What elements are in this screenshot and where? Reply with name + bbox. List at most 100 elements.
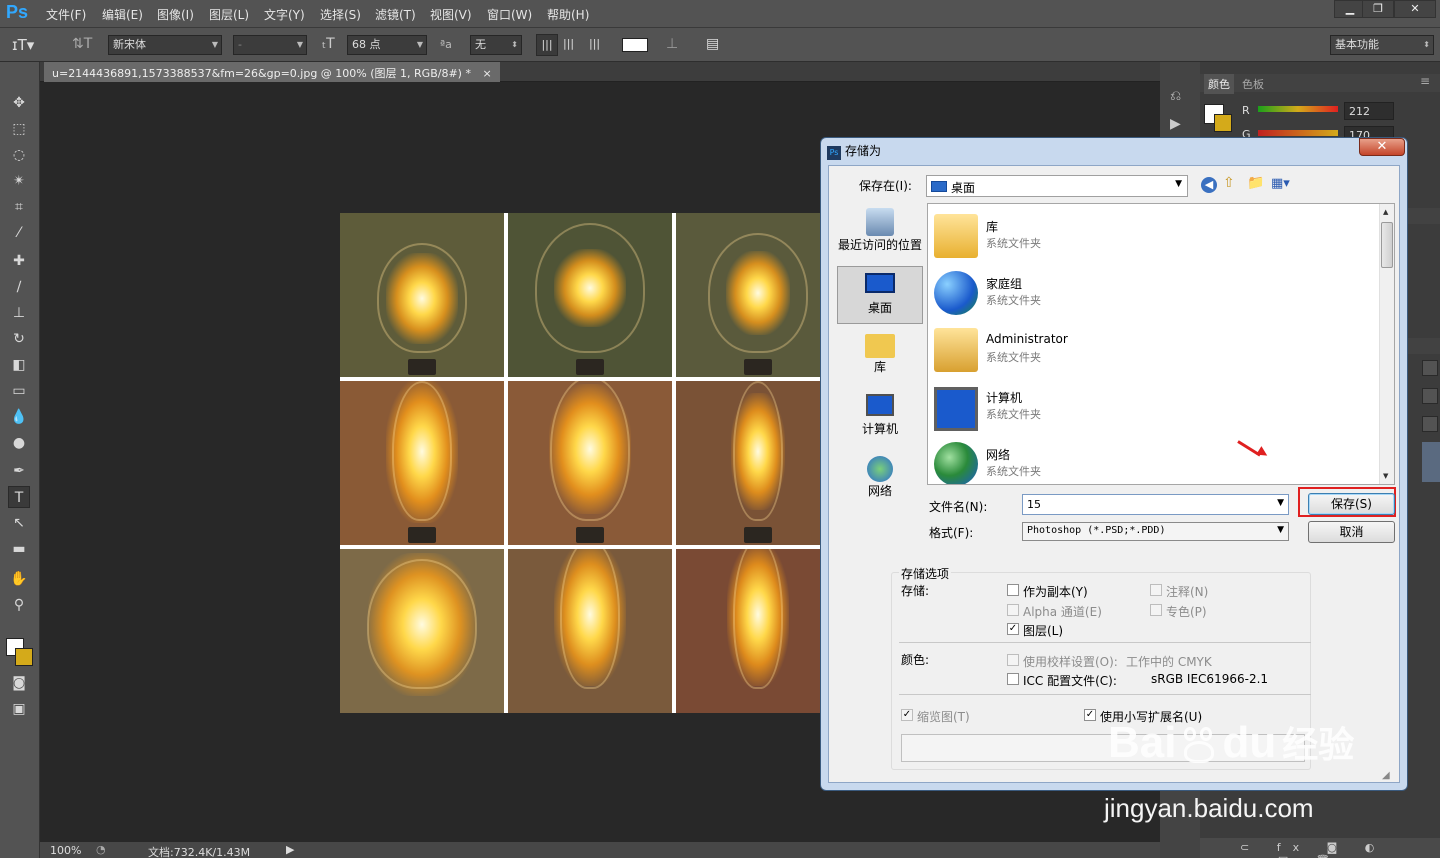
- character-panel-icon[interactable]: ▤: [706, 36, 719, 52]
- scroll-thumb[interactable]: [1381, 222, 1393, 268]
- scrollbar[interactable]: ▲ ▼: [1379, 204, 1394, 484]
- view-menu-icon[interactable]: ▦▾: [1271, 176, 1290, 191]
- place-recent[interactable]: 最近访问的位置: [837, 208, 923, 268]
- actions-icon[interactable]: ▶: [1170, 116, 1181, 132]
- notes-checkbox[interactable]: [1150, 584, 1162, 596]
- align-left-icon[interactable]: |||: [536, 34, 558, 56]
- document-tab[interactable]: u=2144436891,1573388537&fm=26&gp=0.jpg @…: [44, 62, 500, 82]
- warp-text-icon[interactable]: ⊥: [666, 36, 678, 52]
- menu-file[interactable]: 文件(F): [46, 6, 86, 23]
- gradient-tool-icon[interactable]: ▭: [8, 380, 30, 402]
- font-style-select[interactable]: - ▼: [233, 35, 307, 55]
- zoom-level[interactable]: 100%: [50, 844, 81, 857]
- marquee-tool-icon[interactable]: ⬚: [8, 118, 30, 140]
- tab-swatches[interactable]: 色板: [1242, 76, 1264, 92]
- panel-menu-icon[interactable]: ≡: [1420, 74, 1430, 88]
- r-slider[interactable]: [1258, 106, 1338, 112]
- as-copy-checkbox[interactable]: [1007, 584, 1019, 596]
- path-select-icon[interactable]: ↖: [8, 512, 30, 534]
- place-network[interactable]: 网络: [837, 456, 923, 516]
- stamp-tool-icon[interactable]: ⊥: [8, 302, 30, 324]
- layer-row-selected[interactable]: [1422, 442, 1440, 482]
- dialog-close-button[interactable]: ✕: [1359, 138, 1405, 156]
- chevron-down-icon[interactable]: ▼: [1277, 498, 1284, 508]
- background-color-swatch[interactable]: [15, 648, 33, 666]
- g-slider[interactable]: [1258, 130, 1338, 136]
- spot-checkbox[interactable]: [1150, 604, 1162, 616]
- back-icon[interactable]: ◀: [1201, 177, 1217, 193]
- place-desktop[interactable]: 桌面: [837, 266, 923, 324]
- close-icon[interactable]: ×: [482, 67, 491, 80]
- layers-checkbox[interactable]: ✓: [1007, 623, 1019, 635]
- history-brush-icon[interactable]: ↻: [8, 328, 30, 350]
- menu-type[interactable]: 文字(Y): [264, 6, 305, 23]
- list-item[interactable]: 网络 系统文件夹: [928, 438, 1380, 484]
- layers-option-button[interactable]: [1422, 360, 1438, 376]
- alpha-checkbox[interactable]: [1007, 604, 1019, 616]
- save-button[interactable]: 保存(S): [1308, 493, 1395, 515]
- close-window-button[interactable]: ✕: [1394, 0, 1436, 18]
- history-icon[interactable]: ⎌: [1170, 88, 1181, 104]
- r-value[interactable]: 212: [1344, 102, 1394, 120]
- lasso-tool-icon[interactable]: ◌: [8, 144, 30, 166]
- menu-image[interactable]: 图像(I): [157, 6, 194, 23]
- list-item[interactable]: 计算机 系统文件夹: [928, 381, 1380, 433]
- list-item[interactable]: 库 系统文件夹: [928, 210, 1380, 262]
- layers-option-button[interactable]: [1422, 416, 1438, 432]
- dodge-tool-icon[interactable]: ●: [8, 432, 30, 454]
- brush-tool-icon[interactable]: ∕: [8, 276, 30, 298]
- crop-tool-icon[interactable]: ⌗: [8, 196, 30, 218]
- eraser-tool-icon[interactable]: ◧: [8, 354, 30, 376]
- menu-help[interactable]: 帮助(H): [547, 6, 589, 23]
- menu-window[interactable]: 窗口(W): [487, 6, 532, 23]
- type-tool-icon[interactable]: T: [8, 486, 30, 508]
- proof-checkbox[interactable]: [1007, 654, 1019, 666]
- cancel-button[interactable]: 取消: [1308, 521, 1395, 543]
- menu-layer[interactable]: 图层(L): [209, 6, 249, 23]
- new-folder-icon[interactable]: 📁: [1247, 175, 1264, 191]
- filename-input[interactable]: 15 ▼: [1022, 494, 1289, 515]
- magic-wand-icon[interactable]: ✴: [8, 170, 30, 192]
- text-color-swatch[interactable]: [622, 38, 648, 52]
- status-menu-icon[interactable]: ◔: [96, 843, 106, 856]
- font-family-select[interactable]: 新宋体 ▼: [108, 35, 222, 55]
- menu-view[interactable]: 视图(V): [430, 6, 472, 23]
- lowercase-ext-checkbox[interactable]: ✓: [1084, 709, 1096, 721]
- screen-mode-icon[interactable]: ▣: [8, 698, 30, 720]
- icc-checkbox[interactable]: [1007, 673, 1019, 685]
- place-libraries[interactable]: 库: [837, 334, 923, 394]
- menu-filter[interactable]: 滤镜(T): [375, 6, 416, 23]
- list-item[interactable]: 家庭组 系统文件夹: [928, 267, 1380, 319]
- move-tool-icon[interactable]: ✥: [8, 92, 30, 114]
- healing-brush-icon[interactable]: ✚: [8, 250, 30, 272]
- menu-edit[interactable]: 编辑(E): [102, 6, 143, 23]
- format-select[interactable]: Photoshop (*.PSD;*.PDD) ▼: [1022, 522, 1289, 541]
- align-center-icon[interactable]: |||: [563, 37, 574, 50]
- scroll-down-icon[interactable]: ▼: [1383, 472, 1388, 480]
- play-icon[interactable]: ▶: [286, 843, 294, 856]
- save-in-select[interactable]: 桌面 ▼: [926, 175, 1188, 197]
- restore-button[interactable]: ❐: [1362, 0, 1394, 18]
- place-computer[interactable]: 计算机: [837, 394, 923, 454]
- list-item[interactable]: Administrator 系统文件夹: [928, 324, 1380, 376]
- thumbnail-checkbox[interactable]: ✓: [901, 709, 913, 721]
- eyedropper-icon[interactable]: ⁄: [8, 222, 30, 244]
- zoom-tool-icon[interactable]: ⚲: [8, 594, 30, 616]
- blur-tool-icon[interactable]: 💧: [8, 406, 30, 428]
- scroll-up-icon[interactable]: ▲: [1383, 208, 1388, 216]
- menu-select[interactable]: 选择(S): [320, 6, 361, 23]
- pen-tool-icon[interactable]: ✒: [8, 460, 30, 482]
- align-right-icon[interactable]: |||: [589, 37, 600, 50]
- workspace-select[interactable]: 基本功能 ⬍: [1330, 35, 1434, 55]
- type-tool-icon[interactable]: ɪT▾: [12, 36, 34, 54]
- quick-mask-icon[interactable]: ◙: [8, 672, 30, 694]
- file-list[interactable]: 库 系统文件夹 家庭组 系统文件夹 Administrator 系统文件夹 计算…: [927, 203, 1395, 485]
- text-orientation-icon[interactable]: ⇅T: [72, 36, 92, 52]
- anti-alias-select[interactable]: 无 ⬍: [470, 35, 522, 55]
- bg-swatch[interactable]: [1214, 114, 1232, 132]
- resize-grip-icon[interactable]: ◢: [1382, 770, 1390, 781]
- up-folder-icon[interactable]: ⇧: [1223, 175, 1235, 191]
- shape-tool-icon[interactable]: ▬: [8, 538, 30, 560]
- hand-tool-icon[interactable]: ✋: [8, 568, 30, 590]
- font-size-select[interactable]: 68 点 ▼: [347, 35, 427, 55]
